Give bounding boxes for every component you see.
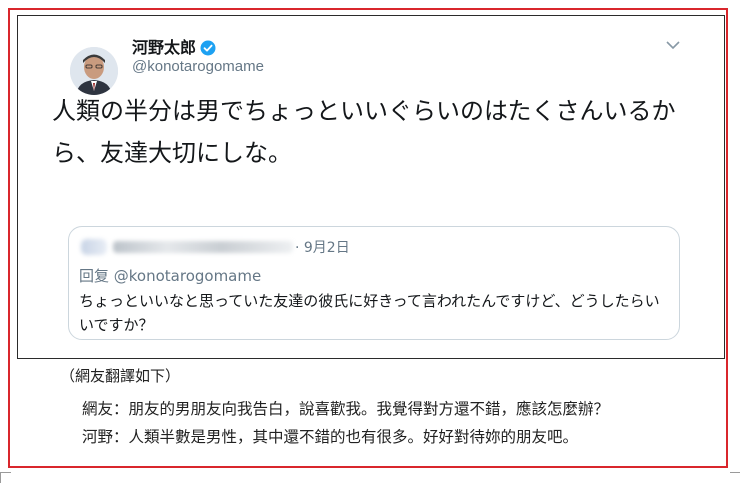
caption-title: （網友翻譯如下） bbox=[60, 367, 181, 385]
display-name[interactable]: 河野太郎 bbox=[132, 34, 216, 58]
caption-line-2: 河野：人類半數是男性，其中還不錯的也有很多。好好對待妳的朋友吧。 bbox=[82, 428, 579, 446]
blurred-avatar bbox=[81, 239, 107, 255]
quote-date: · 9月2日 bbox=[295, 240, 350, 256]
avatar-image bbox=[70, 47, 118, 95]
tweet-text: 人類の半分は男でちょっといいぐらいのはたくさんいるから、友達大切にしな。 bbox=[52, 97, 676, 167]
quoted-tweet[interactable]: · 9月2日 回复 @konotarogomame ちょっといいなと思っていた友… bbox=[68, 226, 680, 340]
avatar[interactable] bbox=[70, 47, 118, 95]
verified-badge-icon bbox=[200, 40, 216, 56]
corner-mark-left bbox=[0, 472, 11, 483]
quote-text: ちょっといいなと思っていた友達の彼氏に好きって言われたんですけど、どうしたらいい… bbox=[79, 292, 660, 334]
handle[interactable]: @konotarogomame bbox=[132, 58, 264, 75]
caption-line-1: 網友：朋友的男朋友向我告白，說喜歡我。我覺得對方還不錯，應該怎麼辦？ bbox=[82, 400, 610, 418]
reply-to-label: 回复 @konotarogomame bbox=[79, 267, 262, 285]
tweet-card: 河野太郎 @konotarogomame 人類の半分は男でちょっといいぐらいのは… bbox=[17, 15, 725, 359]
blurred-username bbox=[113, 241, 293, 253]
chevron-down-icon[interactable] bbox=[666, 40, 680, 50]
display-name-text: 河野太郎 bbox=[132, 38, 197, 57]
corner-mark-right bbox=[730, 472, 740, 483]
